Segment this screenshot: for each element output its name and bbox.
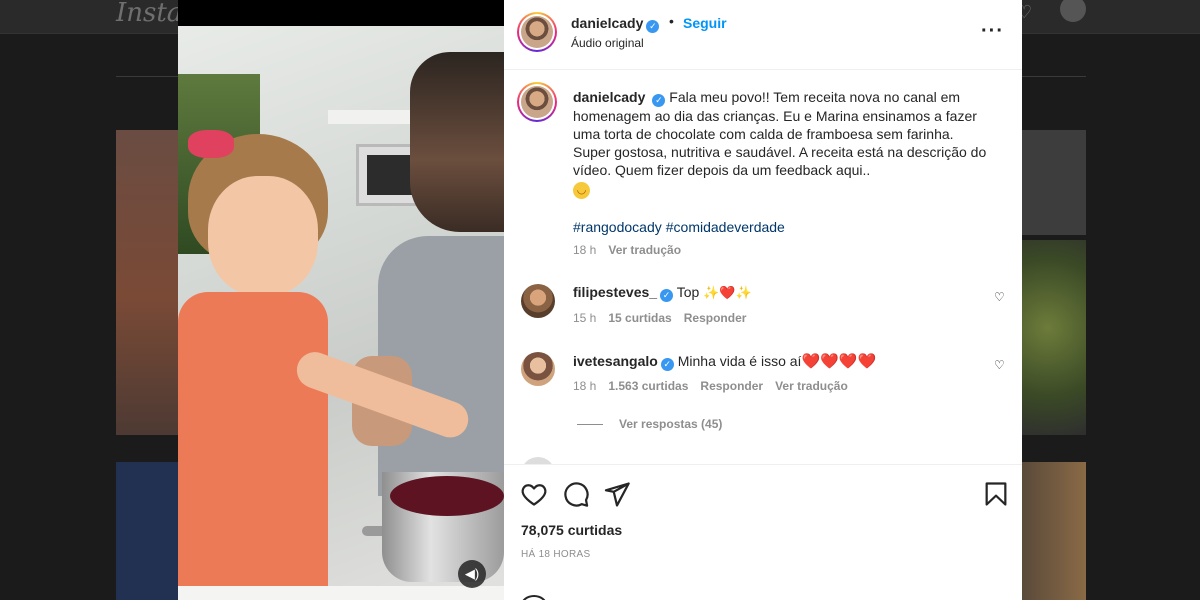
verified-badge-icon: ✓ (660, 358, 674, 371)
commenter-avatar[interactable] (521, 352, 555, 386)
yum-emoji-icon: ◡ (573, 182, 590, 199)
translate-link[interactable]: Ver tradução (775, 379, 848, 393)
commenter-username[interactable]: filipesteves_ (573, 284, 657, 300)
translate-link[interactable]: Ver tradução (608, 243, 681, 257)
send-icon[interactable] (603, 480, 631, 508)
caption-username[interactable]: danielcady (573, 89, 645, 105)
grid-thumbnail[interactable] (116, 462, 178, 600)
comment-time[interactable]: 15 h (573, 311, 596, 325)
post-actions: 78,075 curtidas HÁ 18 HORAS (504, 464, 1022, 600)
hashtag-link[interactable]: #rangodocady (573, 219, 662, 235)
post-side-panel: danielcady ✓ • Seguir Áudio original ··· … (504, 0, 1022, 600)
more-icon[interactable]: ··· (981, 20, 1004, 43)
comment-time[interactable]: 18 h (573, 379, 596, 393)
comment-body: ivetesangalo ✓ Minha vida é isso aí❤️❤️❤️… (573, 352, 876, 371)
follow-button[interactable]: Seguir (683, 15, 727, 31)
post-video[interactable]: ◀) (178, 0, 504, 600)
sparkle-heart-emoji: ✨❤️✨ (703, 285, 752, 300)
post-caption: danielcady ✓ Fala meu povo!! Tem receita … (573, 88, 993, 199)
bookmark-icon[interactable] (982, 480, 1010, 508)
video-scene-girl-dress (178, 292, 328, 600)
comment-likes[interactable]: 1.563 curtidas (608, 379, 688, 393)
verified-badge-icon: ✓ (652, 94, 666, 107)
speaker-icon[interactable]: ◀) (458, 560, 486, 588)
comment-icon[interactable] (562, 480, 590, 508)
comment-body: filipesteves_ ✓ Top ✨❤️✨ (573, 284, 752, 302)
reply-button[interactable]: Responder (684, 311, 747, 325)
hearts-emoji: ❤️❤️❤️❤️ (801, 353, 877, 370)
verified-badge-icon: ✓ (660, 289, 674, 302)
video-frame[interactable] (178, 26, 504, 600)
video-scene-pot (382, 472, 504, 582)
heart-icon[interactable] (520, 480, 548, 508)
post-header: danielcady ✓ • Seguir Áudio original ··· (504, 0, 1022, 70)
comment-text: Minha vida é isso aí (677, 353, 802, 369)
caption-hashtags: #rangodocady #comidadeverdade (573, 219, 789, 235)
comments-list[interactable]: danielcady ✓ Fala meu povo!! Tem receita … (504, 70, 1022, 464)
reply-button[interactable]: Responder (700, 379, 763, 393)
caption-time[interactable]: 18 h (573, 243, 596, 257)
comment-likes[interactable]: 15 curtidas (608, 311, 671, 325)
author-name-row: danielcady ✓ (571, 15, 660, 33)
verified-badge-icon: ✓ (646, 20, 660, 33)
view-replies-button[interactable]: Ver respostas (45) (577, 417, 722, 431)
commenter-avatar[interactable] (521, 284, 555, 318)
video-scene-hair-bow (188, 130, 234, 158)
comment-text: Top (676, 284, 700, 300)
separator-dot: • (669, 13, 674, 29)
grid-thumbnail[interactable] (1022, 462, 1086, 600)
post-timestamp[interactable]: HÁ 18 HORAS (521, 549, 590, 560)
replies-line (577, 424, 603, 426)
view-replies-label[interactable]: Ver respostas (45) (619, 417, 722, 431)
hashtag-link[interactable]: #comidadeverdade (666, 219, 785, 235)
caption-author-avatar[interactable] (517, 82, 557, 122)
video-scene-girl-face (208, 176, 318, 296)
video-scene-man (410, 52, 504, 232)
likes-count[interactable]: 78,075 curtidas (521, 522, 622, 538)
comment-like-heart-icon[interactable]: ♡ (994, 358, 1005, 372)
commenter-avatar[interactable] (521, 457, 555, 464)
grid-thumbnail[interactable] (1022, 130, 1086, 235)
emoji-icon[interactable] (521, 595, 547, 600)
video-scene-counter (178, 586, 504, 600)
grid-thumbnail[interactable] (1022, 240, 1086, 435)
grid-thumbnail[interactable] (116, 130, 178, 435)
comment-meta: 15 h 15 curtidas Responder (573, 311, 746, 325)
caption-meta: 18 h Ver tradução (573, 243, 681, 257)
comment-like-heart-icon[interactable]: ♡ (994, 290, 1005, 304)
profile-avatar (1060, 0, 1086, 22)
audio-label[interactable]: Áudio original (571, 36, 644, 50)
commenter-username[interactable]: ivetesangalo (573, 353, 658, 369)
author-username[interactable]: danielcady (571, 15, 643, 31)
author-avatar[interactable] (517, 12, 557, 52)
comment-meta: 18 h 1.563 curtidas Responder Ver tradução (573, 379, 848, 393)
